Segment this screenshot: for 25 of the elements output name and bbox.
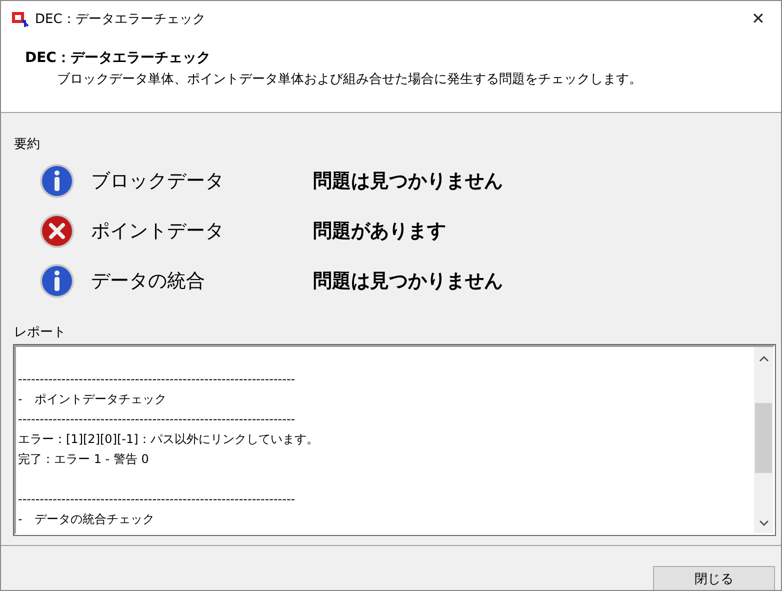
summary-status: 問題は見つかりません: [313, 169, 503, 194]
summary-name: データの統合: [91, 269, 206, 294]
header-description: ブロックデータ単体、ポイントデータ単体および組み合せた場合に発生する問題をチェックします。: [56, 71, 643, 88]
report-line: ----------------------------------------------------------------: [17, 491, 296, 508]
summary-name: ポイントデータ: [91, 219, 225, 244]
report-line: ----------------------------------------------------------------: [17, 371, 296, 388]
close-button[interactable]: ✕: [735, 1, 781, 37]
summary-name: ブロックデータ: [91, 169, 225, 194]
summary-status: 問題があります: [313, 219, 446, 244]
header-title: DEC：データエラーチェック: [25, 49, 212, 67]
section-label: 要約: [14, 136, 41, 153]
window-title: DEC：データエラーチェック: [35, 11, 206, 28]
section-label: レポート: [14, 324, 67, 341]
info-icon: [39, 263, 75, 299]
app-icon: [11, 10, 29, 28]
report-line: ----------------------------------------------------------------: [17, 411, 296, 428]
report-line: エラー：[1][2][0][-1]：パス以外にリンクしています。: [17, 431, 320, 448]
info-icon: [39, 163, 75, 199]
summary-status: 問題は見つかりません: [313, 269, 503, 294]
close-dialog-button[interactable]: 閉じる: [653, 566, 775, 590]
scrollbar[interactable]: [754, 347, 773, 533]
report-line: - ポイントデータチェック: [17, 391, 168, 408]
error-icon: [39, 213, 75, 249]
report-line: 完了：エラー 1 - 警告 0: [17, 451, 150, 468]
report-line: - データの統合チェック: [17, 511, 156, 528]
